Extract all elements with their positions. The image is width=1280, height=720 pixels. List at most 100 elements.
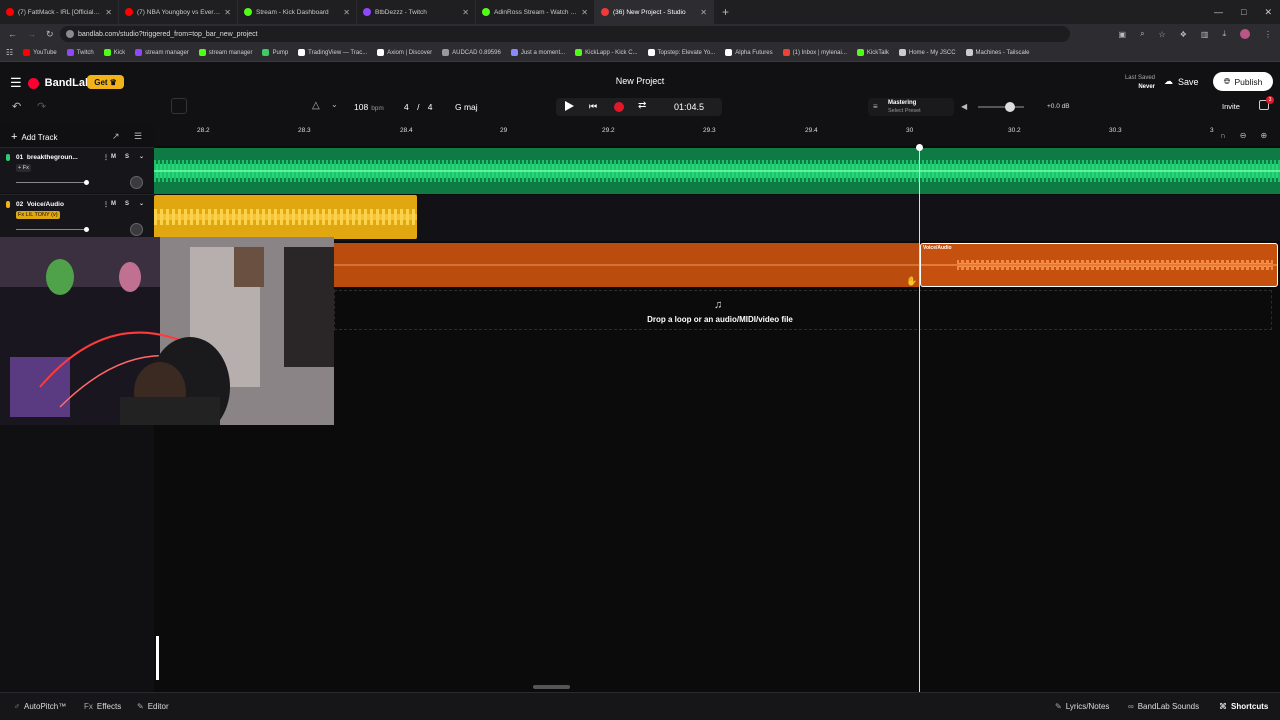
bookmark-item[interactable]: Alpha Futures bbox=[725, 49, 773, 56]
reload-icon[interactable]: ↻ bbox=[46, 29, 54, 40]
close-icon[interactable]: ✕ bbox=[105, 8, 112, 17]
tempo-field[interactable]: 108 bpm bbox=[354, 102, 384, 112]
redo-icon[interactable]: ↷ bbox=[37, 100, 46, 113]
close-icon[interactable]: ✕ bbox=[462, 8, 469, 17]
play-button[interactable] bbox=[565, 101, 574, 111]
shortcuts-button[interactable]: ⌘ Shortcuts bbox=[1219, 702, 1268, 711]
track-kebab-icon[interactable]: ⋮ bbox=[103, 154, 109, 161]
mute-button[interactable]: M bbox=[111, 154, 116, 160]
track-row-2[interactable]: 02 Voice/Audio ⋮ M S ⌄ Fx LIL TONY (v) bbox=[0, 194, 154, 240]
mute-button[interactable]: M bbox=[111, 201, 116, 207]
back-icon[interactable]: ← bbox=[8, 29, 17, 39]
master-volume-slider[interactable] bbox=[978, 106, 1024, 108]
bookmark-item[interactable]: (1) Inbox | mylenai... bbox=[782, 49, 847, 56]
maximize-icon[interactable]: □ bbox=[1241, 7, 1246, 17]
track-volume-knob[interactable] bbox=[84, 180, 89, 185]
playhead-handle[interactable] bbox=[916, 144, 923, 151]
save-button[interactable]: ☁ Save bbox=[1164, 73, 1208, 90]
profile-avatar[interactable] bbox=[1240, 29, 1250, 39]
drop-zone[interactable] bbox=[334, 290, 1272, 330]
zoom-out-icon[interactable]: ⊖ bbox=[1240, 131, 1247, 140]
pan-knob[interactable] bbox=[130, 176, 143, 189]
effects-button[interactable]: Fx Effects bbox=[84, 702, 121, 711]
track-kebab-icon[interactable]: ⋮ bbox=[103, 201, 109, 208]
browser-tab[interactable]: BtbDezzz - Twitch ✕ bbox=[357, 0, 476, 24]
track-title[interactable]: Voice/Audio bbox=[27, 201, 64, 208]
lyrics-button[interactable]: ✎ Lyrics/Notes bbox=[1055, 702, 1109, 711]
chevron-down-icon[interactable]: ⌄ bbox=[331, 100, 338, 109]
track-row-1[interactable]: 01 breakthegroun... ⋮ M S ⌄ + Fx bbox=[0, 147, 154, 193]
browser-tab[interactable]: (7) FattMack - IRL [Official Mu... ✕ bbox=[0, 0, 119, 24]
forward-icon[interactable]: → bbox=[27, 29, 36, 39]
download-icon[interactable]: ⤓ bbox=[1222, 29, 1226, 39]
browser-tab[interactable]: Stream - Kick Dashboard ✕ bbox=[238, 0, 357, 24]
close-icon[interactable]: ✕ bbox=[343, 8, 350, 17]
new-tab-button[interactable]: + bbox=[722, 5, 729, 19]
close-icon[interactable]: ✕ bbox=[224, 8, 231, 17]
bookmark-item[interactable]: stream manager bbox=[198, 49, 252, 56]
metronome-icon[interactable]: △ bbox=[312, 100, 320, 111]
rewind-icon[interactable]: ⏮︎ bbox=[589, 101, 597, 112]
fx-preset-button[interactable]: Fx LIL TONY (v) bbox=[16, 211, 60, 219]
publish-button[interactable]: 🌐︎ Publish bbox=[1213, 72, 1273, 91]
browser-tab[interactable]: (36) New Project - Studio ✕ bbox=[595, 0, 714, 24]
bookmark-item[interactable]: AUDCAD 0.89596 bbox=[442, 49, 501, 56]
project-title[interactable]: New Project bbox=[560, 76, 720, 86]
track-volume-slider[interactable] bbox=[16, 182, 88, 183]
minimize-icon[interactable]: — bbox=[1214, 7, 1223, 17]
undo-icon[interactable]: ↶ bbox=[12, 100, 21, 113]
close-icon[interactable]: ✕ bbox=[700, 8, 707, 17]
autopitch-button[interactable]: ♂ AutoPitch™ bbox=[14, 702, 66, 711]
recording-clip[interactable]: Voice/Audio bbox=[920, 243, 1278, 287]
automation-icon[interactable]: ↗ bbox=[112, 131, 120, 142]
star-icon[interactable]: ☆ bbox=[1159, 30, 1166, 39]
horizontal-scrollbar[interactable] bbox=[533, 685, 570, 689]
time-signature-field[interactable]: 4 / 4 bbox=[404, 102, 433, 112]
editor-button[interactable]: ✎ Editor bbox=[137, 702, 169, 711]
bandlab-logo[interactable]: ☰ BandLab bbox=[10, 75, 92, 91]
track-2-clip[interactable] bbox=[154, 195, 417, 239]
close-icon[interactable]: ✕ bbox=[1264, 7, 1272, 18]
close-icon[interactable]: ✕ bbox=[581, 8, 588, 17]
key-field[interactable]: G maj bbox=[455, 102, 478, 112]
browser-tab[interactable]: (7) NBA Youngboy vs Everybo... ✕ bbox=[119, 0, 238, 24]
extension-icon[interactable]: ❖ bbox=[1180, 30, 1187, 39]
bookmark-item[interactable]: Topstep: Elevate Yo... bbox=[647, 49, 715, 56]
bookmark-item[interactable]: stream manager bbox=[135, 49, 189, 56]
bookmark-item[interactable]: KickLapp - Kick C... bbox=[575, 49, 638, 56]
bookmark-item[interactable]: KickTalk bbox=[856, 49, 889, 56]
track-volume-slider[interactable] bbox=[16, 229, 88, 230]
side-panel-button[interactable] bbox=[171, 98, 187, 114]
bookmark-item[interactable]: Axiom | Discover bbox=[377, 49, 432, 56]
bookmark-item[interactable]: Twitch bbox=[66, 49, 94, 56]
recording-region[interactable] bbox=[334, 243, 920, 287]
url-field[interactable]: bandlab.com/studio?triggered_from=top_ba… bbox=[60, 26, 1070, 42]
mixer-icon[interactable]: ☰ bbox=[134, 131, 142, 142]
sidebar-icon[interactable]: ▥ bbox=[1201, 30, 1209, 39]
track-1-clip[interactable] bbox=[154, 148, 1280, 194]
site-info-icon[interactable] bbox=[66, 30, 74, 38]
pan-knob[interactable] bbox=[130, 223, 143, 236]
chevron-down-icon[interactable]: ⌄ bbox=[139, 153, 144, 160]
zoom-in-icon[interactable]: ⊕ bbox=[1260, 131, 1267, 140]
magnet-icon[interactable]: ∩ bbox=[1220, 131, 1226, 140]
chevron-down-icon[interactable]: ⌄ bbox=[139, 200, 144, 207]
bookmark-item[interactable]: Pump bbox=[262, 49, 288, 56]
solo-button[interactable]: S bbox=[125, 201, 129, 207]
get-button[interactable]: Get ♛ bbox=[87, 75, 124, 89]
bookmark-item[interactable]: Home - My JSCC bbox=[898, 49, 956, 56]
install-icon[interactable]: ▣ bbox=[1119, 30, 1127, 39]
volume-icon[interactable]: ◀ bbox=[961, 102, 967, 111]
zoom-icon[interactable]: ⌕ bbox=[1140, 29, 1144, 39]
menu-icon[interactable]: ⋮ bbox=[1264, 30, 1272, 39]
fx-button[interactable]: + Fx bbox=[16, 164, 31, 172]
bookmark-item[interactable]: Just a moment... bbox=[510, 49, 565, 56]
hamburger-menu-icon[interactable]: ☰ bbox=[10, 75, 22, 91]
track-title[interactable]: breakthegroun... bbox=[27, 154, 78, 161]
bookmark-item[interactable]: YouTube bbox=[23, 49, 57, 56]
sounds-button[interactable]: ∞ BandLab Sounds bbox=[1128, 702, 1199, 711]
bookmark-item[interactable]: Machines - Tailscale bbox=[965, 49, 1029, 56]
browser-tab[interactable]: AdinRoss Stream - Watch Live ... ✕ bbox=[476, 0, 595, 24]
add-track-button[interactable]: + Add Track bbox=[11, 131, 57, 143]
playhead[interactable] bbox=[919, 145, 920, 692]
